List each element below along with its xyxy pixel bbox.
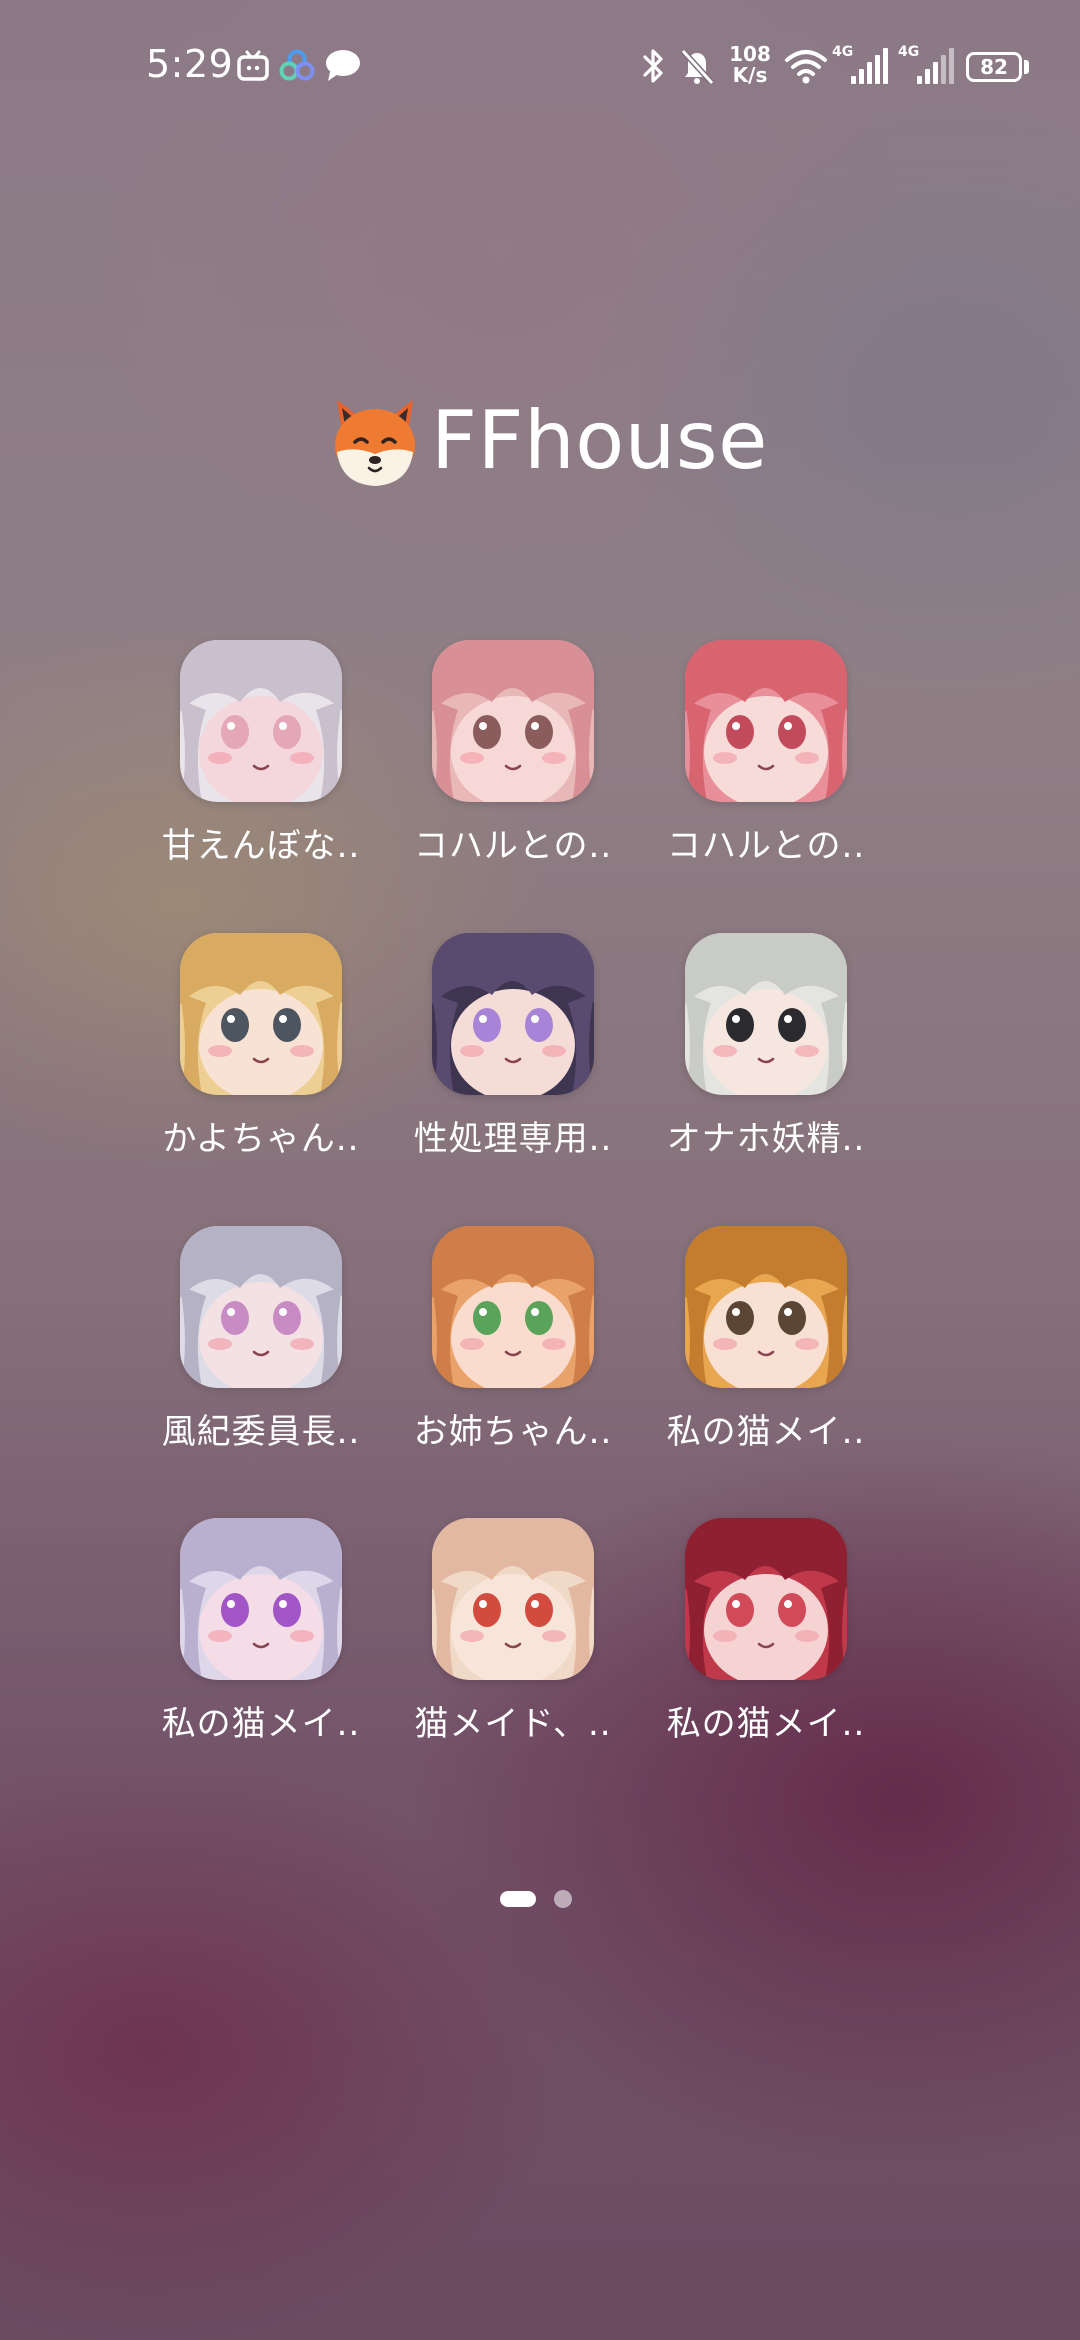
app-item[interactable]: 私の猫メイ.. — [132, 1518, 372, 1758]
wifi-icon — [785, 50, 827, 84]
app-item[interactable]: 私の猫メイ.. — [637, 1226, 877, 1466]
network-speed-value: 108 — [729, 42, 771, 66]
app-item[interactable]: 私の猫メイ.. — [637, 1518, 877, 1758]
anime-portrait-icon — [685, 1518, 847, 1680]
app-item[interactable]: 甘えんぼな.. — [132, 640, 372, 880]
app-label: コハルとの.. — [666, 826, 866, 866]
app-item[interactable]: 性処理専用.. — [384, 933, 624, 1173]
app-label: 私の猫メイ.. — [666, 1704, 866, 1744]
network-speed-unit: K/s — [732, 63, 768, 87]
anime-portrait-icon — [432, 1226, 594, 1388]
app-icon[interactable] — [180, 640, 342, 802]
app-icon[interactable] — [180, 1226, 342, 1388]
anime-portrait-icon — [180, 1226, 342, 1388]
app-icon[interactable] — [180, 933, 342, 1095]
anime-portrait-icon — [180, 1518, 342, 1680]
app-item[interactable]: 風紀委員長.. — [132, 1226, 372, 1466]
message-icon — [326, 50, 360, 81]
anime-portrait-icon — [180, 933, 342, 1095]
signal-2: 4G — [898, 44, 956, 86]
anime-portrait-icon — [432, 933, 594, 1095]
app-icon[interactable] — [432, 1226, 594, 1388]
status-time: 5:29 — [146, 42, 234, 86]
app-icon[interactable] — [685, 933, 847, 1095]
app-item[interactable]: コハルとの.. — [637, 640, 877, 880]
app-label: オナホ妖精.. — [666, 1119, 866, 1159]
bluetooth-icon — [643, 49, 663, 83]
app-item[interactable]: コハルとの.. — [384, 640, 624, 880]
app-label: 甘えんぼな.. — [161, 826, 361, 866]
app-item[interactable]: お姉ちゃん.. — [384, 1226, 624, 1466]
anime-portrait-icon — [685, 933, 847, 1095]
app-label: 性処理専用.. — [413, 1119, 613, 1159]
app-label: コハルとの.. — [413, 826, 613, 866]
tv-icon — [237, 50, 269, 81]
anime-portrait-icon — [432, 640, 594, 802]
app-icon[interactable] — [685, 640, 847, 802]
battery-indicator: 82 — [966, 52, 1022, 82]
app-item[interactable]: オナホ妖精.. — [637, 933, 877, 1173]
app-label: 風紀委員長.. — [161, 1412, 361, 1452]
app-item[interactable]: 猫メイド、.. — [384, 1518, 624, 1758]
signal-bars-icon — [851, 48, 888, 84]
signal-bars-icon — [917, 48, 954, 84]
network-speed: 108 K/s — [726, 44, 774, 86]
status-bar: 5:29 108 K/s 4G 4G 82 — [0, 0, 1080, 130]
app-label: お姉ちゃん.. — [413, 1412, 613, 1452]
app-icon[interactable] — [180, 1518, 342, 1680]
bell-muted-icon — [680, 48, 715, 86]
folder-title[interactable]: FFhouse — [325, 390, 768, 490]
app-label: 私の猫メイ.. — [666, 1412, 866, 1452]
app-icon[interactable] — [432, 933, 594, 1095]
cloud-icon — [279, 49, 315, 81]
anime-portrait-icon — [432, 1518, 594, 1680]
app-icon[interactable] — [685, 1518, 847, 1680]
page-dot-active[interactable] — [500, 1891, 536, 1907]
anime-portrait-icon — [180, 640, 342, 802]
app-label: 猫メイド、.. — [414, 1704, 612, 1744]
app-label: かよちゃん.. — [162, 1119, 360, 1159]
folder-title-text: FFhouse — [431, 393, 768, 487]
battery-nub — [1024, 60, 1029, 74]
page-dot[interactable] — [554, 1890, 572, 1908]
app-icon[interactable] — [432, 640, 594, 802]
app-icon[interactable] — [432, 1518, 594, 1680]
fox-emoji-icon — [335, 400, 415, 486]
anime-portrait-icon — [685, 1226, 847, 1388]
anime-portrait-icon — [685, 640, 847, 802]
signal-1: 4G — [832, 44, 890, 86]
app-icon[interactable] — [685, 1226, 847, 1388]
app-item[interactable]: かよちゃん.. — [132, 933, 372, 1173]
page-indicator[interactable] — [500, 1890, 572, 1908]
app-label: 私の猫メイ.. — [161, 1704, 361, 1744]
